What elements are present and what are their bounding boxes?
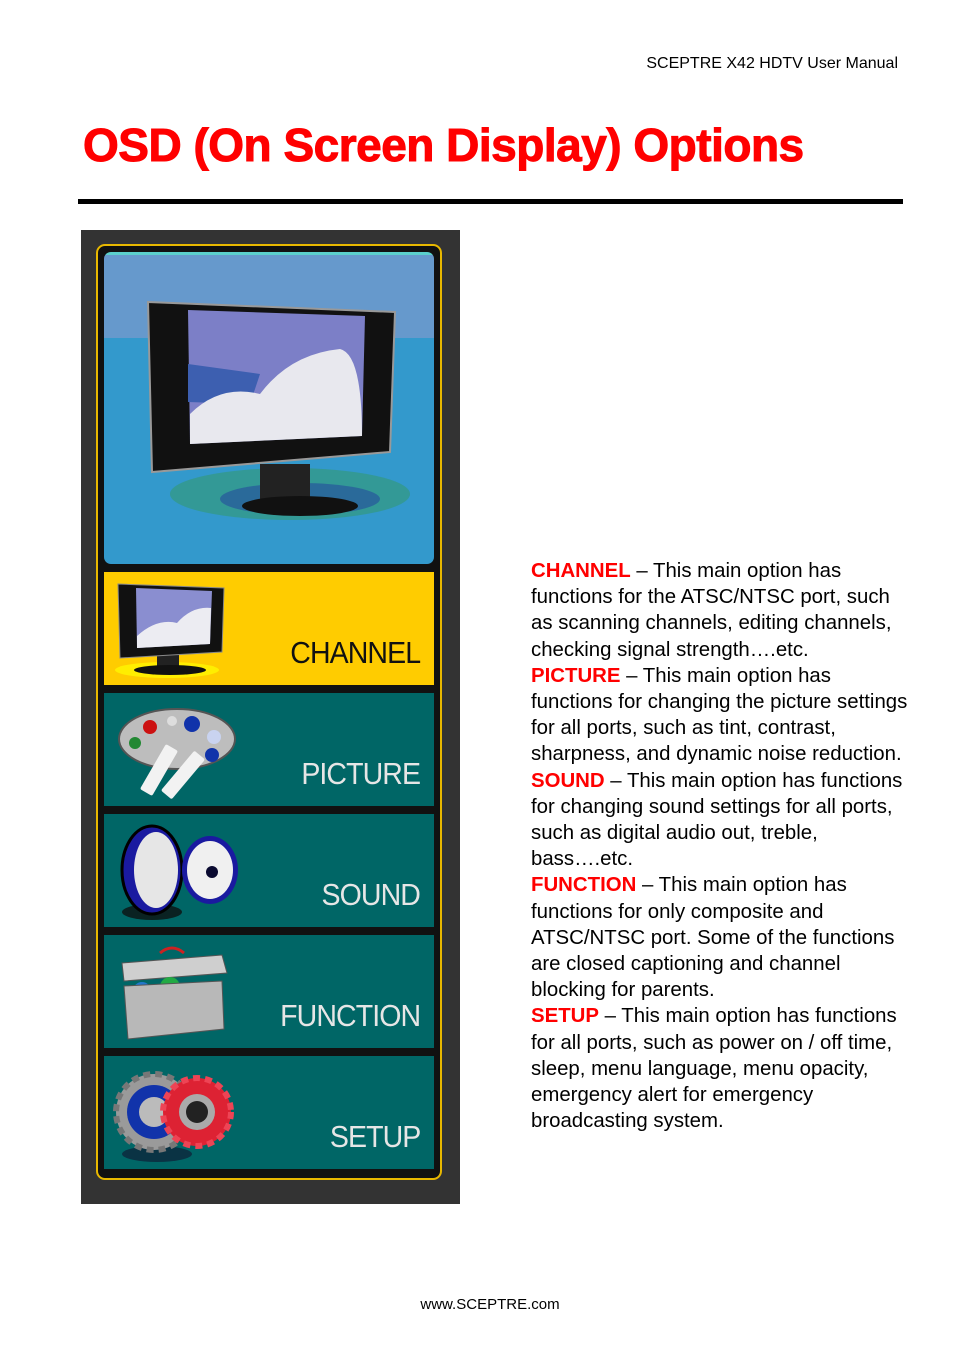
osd-menu-item-label: SOUND bbox=[321, 877, 421, 912]
osd-menu-item-label: PICTURE bbox=[301, 756, 421, 791]
description-keyword: SETUP bbox=[531, 1005, 599, 1028]
osd-menu-item-function[interactable]: FUNCTION bbox=[104, 935, 434, 1048]
gears-icon bbox=[113, 1071, 234, 1162]
osd-preview-tile bbox=[104, 252, 434, 564]
title-divider bbox=[78, 199, 903, 204]
footer-url: www.SCEPTRE.com bbox=[420, 1296, 560, 1313]
description-function: FUNCTION – This main option has function… bbox=[531, 872, 911, 1003]
description-keyword: SOUND bbox=[531, 769, 605, 792]
osd-menu-item-setup[interactable]: SETUP bbox=[104, 1056, 434, 1169]
description-keyword: FUNCTION bbox=[531, 874, 637, 897]
page-title: OSD (On Screen Display) Options bbox=[83, 119, 805, 172]
description-keyword: CHANNEL bbox=[531, 560, 631, 582]
description-setup: SETUP – This main option has functions f… bbox=[531, 1003, 911, 1134]
description-channel: CHANNEL – This main option has functions… bbox=[531, 558, 911, 663]
description-picture: PICTURE – This main option has functions… bbox=[531, 663, 911, 768]
description-keyword: PICTURE bbox=[531, 664, 621, 687]
osd-menu-item-picture[interactable]: PICTURE bbox=[104, 693, 434, 806]
description-sound: SOUND – This main option has functions f… bbox=[531, 768, 911, 873]
osd-menu-item-sound[interactable]: SOUND bbox=[104, 814, 434, 927]
osd-menu-item-channel[interactable]: CHANNEL bbox=[104, 572, 434, 685]
paint-palette-icon bbox=[118, 708, 236, 799]
speaker-icon bbox=[120, 824, 238, 920]
osd-menu-item-label: CHANNEL bbox=[290, 635, 421, 670]
tv-icon bbox=[115, 583, 225, 678]
osd-menu-item-label: SETUP bbox=[329, 1119, 421, 1154]
toolbox-icon bbox=[121, 946, 228, 1040]
osd-menu-frame: CHANNEL PICTURE SOUND FUNCTION SETUP bbox=[96, 244, 442, 1180]
osd-menu-screenshot: CHANNEL PICTURE SOUND FUNCTION SETUP bbox=[81, 230, 460, 1204]
osd-menu-item-label: FUNCTION bbox=[280, 998, 421, 1033]
osd-option-descriptions: CHANNEL – This main option has functions… bbox=[531, 558, 911, 1134]
running-header: SCEPTRE X42 HDTV User Manual bbox=[646, 55, 898, 72]
flat-screen-tv-icon bbox=[146, 300, 410, 520]
